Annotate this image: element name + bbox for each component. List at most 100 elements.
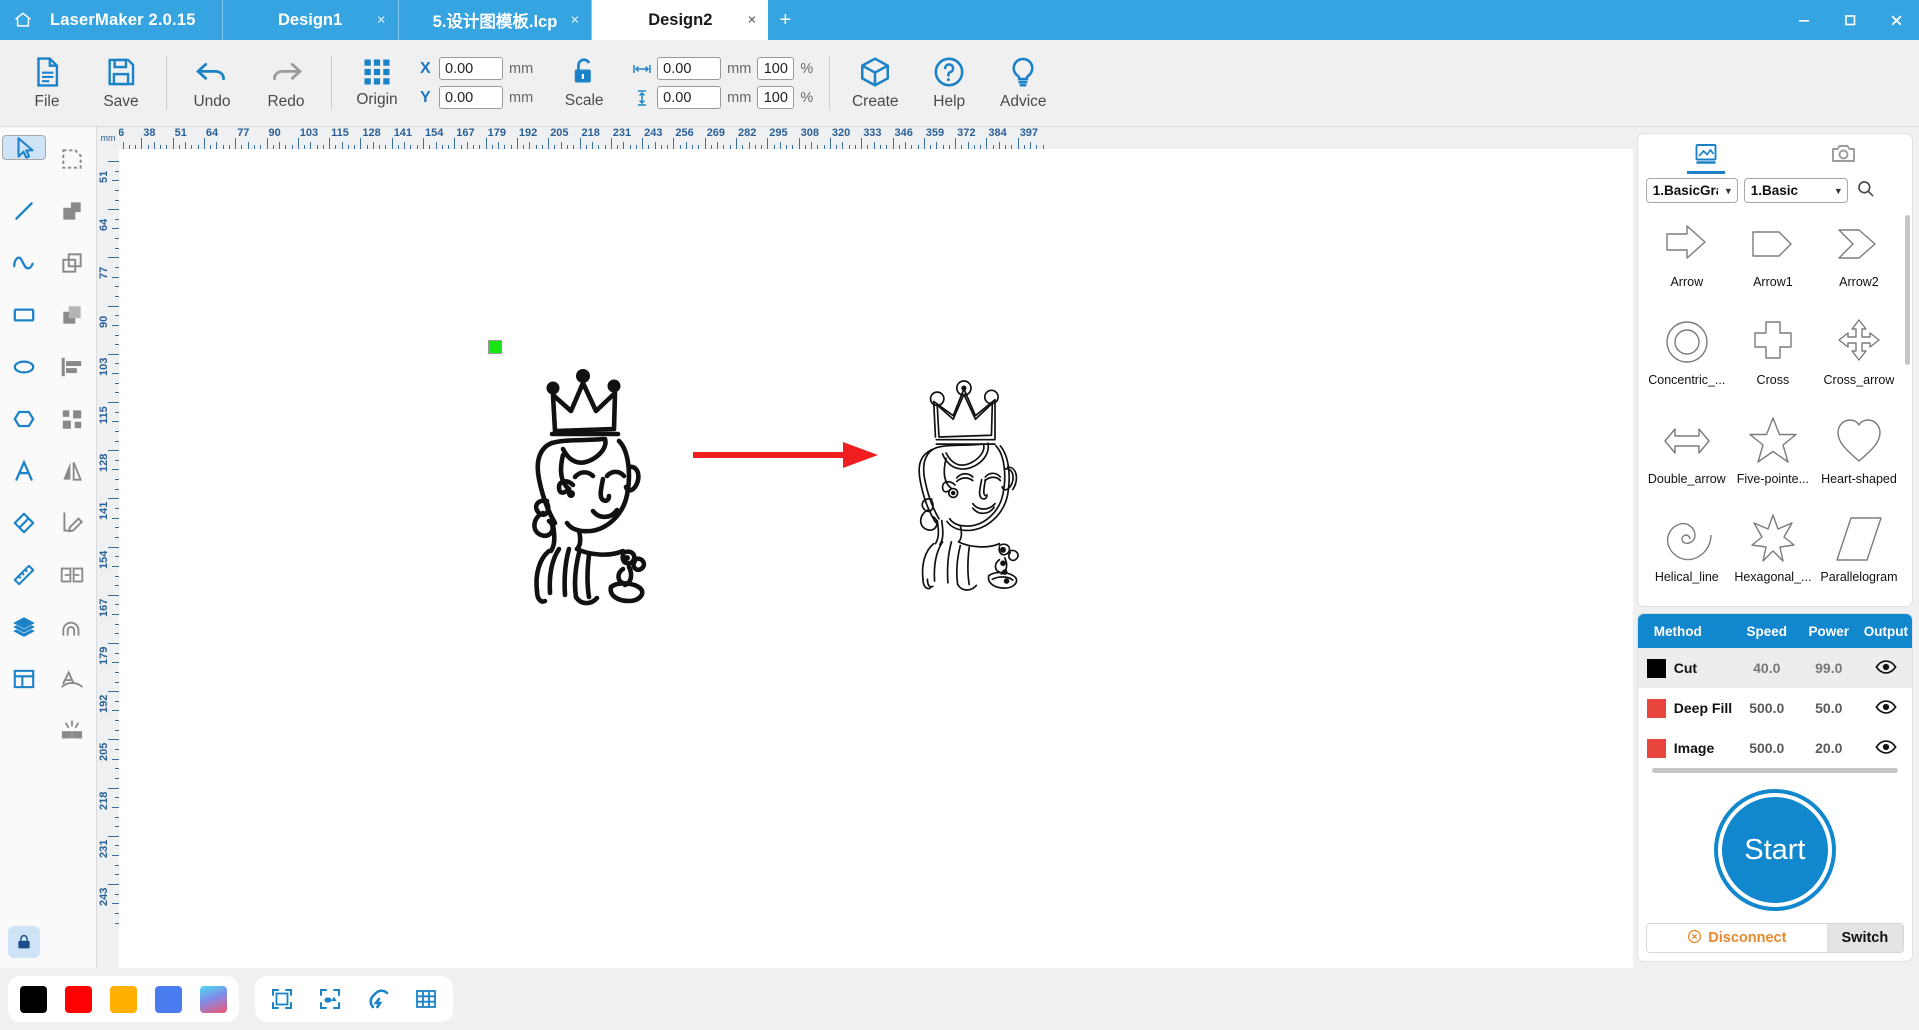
advice-button[interactable]: Advice <box>986 44 1060 122</box>
layer-color-swatch[interactable] <box>1646 658 1666 678</box>
grid-icon[interactable] <box>411 984 441 1014</box>
file-button[interactable]: File <box>10 44 84 122</box>
sidebar-item-line-tool[interactable] <box>2 187 46 235</box>
redo-button[interactable]: Redo <box>249 44 323 122</box>
speed-cell[interactable]: 500.0 <box>1736 740 1798 756</box>
color-swatch-2[interactable] <box>110 985 137 1013</box>
tab-close-icon[interactable]: × <box>748 13 757 28</box>
sidebar-item-ruler-tool[interactable] <box>2 551 46 599</box>
output-toggle[interactable] <box>1860 699 1912 718</box>
help-button[interactable]: Help <box>912 44 986 122</box>
select-objects-icon[interactable] <box>315 984 345 1014</box>
shape-item-parallelogram[interactable]: Parallelogram <box>1816 508 1902 596</box>
shape-item-concentric[interactable]: Concentric_... <box>1644 311 1730 399</box>
sidebar-item-union-tool[interactable] <box>50 187 94 235</box>
shape-item-helix[interactable]: Helical_line <box>1644 508 1730 596</box>
home-icon[interactable] <box>0 0 46 40</box>
table-row[interactable]: Deep Fill 500.0 50.0 <box>1638 688 1912 728</box>
drawing-sheet[interactable] <box>119 149 1633 968</box>
power-cell[interactable]: 20.0 <box>1798 740 1860 756</box>
tab-shape-library[interactable] <box>1638 134 1775 178</box>
scale-lock-button[interactable]: Scale <box>547 44 621 122</box>
library-scrollbar[interactable] <box>1905 215 1910 365</box>
sidebar-item-mirror-tool[interactable] <box>50 447 94 495</box>
magnet-snap-icon[interactable] <box>363 984 393 1014</box>
save-button[interactable]: Save <box>84 44 158 122</box>
height-percent-input[interactable] <box>757 86 795 109</box>
maximize-button[interactable] <box>1827 0 1873 40</box>
queen-sketch-raster[interactable] <box>519 355 699 615</box>
sidebar-item-align-tool[interactable] <box>50 343 94 391</box>
output-toggle[interactable] <box>1860 659 1912 678</box>
tab-design2[interactable]: Design2 × <box>592 0 769 40</box>
undo-button[interactable]: Undo <box>175 44 249 122</box>
sidebar-item-gap-tool[interactable] <box>50 551 94 599</box>
tab-close-icon[interactable]: × <box>571 13 580 28</box>
horizontal-ruler[interactable]: 2638516477901031151281411541671791922052… <box>97 127 1633 149</box>
subcategory-select[interactable]: 1.Basic ▼ <box>1743 178 1848 203</box>
x-input[interactable] <box>439 57 503 80</box>
tab-camera[interactable] <box>1775 134 1912 178</box>
sidebar-item-text-on-path-tool[interactable] <box>50 655 94 703</box>
shape-item-star5[interactable]: Five-pointe... <box>1730 410 1816 498</box>
close-button[interactable] <box>1873 0 1919 40</box>
shape-grid[interactable]: Arrow Arrow1 Arrow2 Concentric_... Cross Cros… <box>1638 211 1912 606</box>
tab-close-icon[interactable]: × <box>377 13 386 28</box>
sidebar-item-select-tool[interactable] <box>2 135 46 160</box>
method-table-scrollbar[interactable] <box>1651 768 1898 773</box>
canvas-area[interactable]: mm 2638516477901031151281411541671791922… <box>97 127 1633 968</box>
category-select[interactable]: 1.BasicGrap ▼ <box>1645 178 1738 203</box>
shape-item-arrow1[interactable]: Arrow1 <box>1730 213 1816 301</box>
sidebar-item-rectangle-tool[interactable] <box>2 291 46 339</box>
color-swatch-0[interactable] <box>20 985 47 1013</box>
search-icon[interactable] <box>1856 179 1875 203</box>
create-button[interactable]: Create <box>838 44 912 122</box>
height-input[interactable] <box>657 86 722 109</box>
start-button[interactable]: Start <box>1717 793 1832 907</box>
shape-item-heart[interactable]: Heart-shaped <box>1816 410 1902 498</box>
new-tab-button[interactable]: + <box>768 0 802 40</box>
sidebar-item-polygon-tool[interactable] <box>2 395 46 443</box>
sidebar-item-frame-tool[interactable] <box>2 655 46 703</box>
lock-icon[interactable] <box>8 926 40 958</box>
queen-sketch-vector[interactable] <box>907 367 1067 603</box>
layer-color-swatch[interactable] <box>1646 738 1666 758</box>
shape-item-arrow2[interactable]: Arrow2 <box>1816 213 1902 301</box>
layer-color-swatch[interactable] <box>1646 698 1666 718</box>
sidebar-item-measure-pen-tool[interactable] <box>50 499 94 547</box>
width-input[interactable] <box>657 57 722 80</box>
output-toggle[interactable] <box>1860 739 1912 758</box>
sidebar-item-text-tool[interactable] <box>2 447 46 495</box>
sidebar-item-intersect-tool[interactable] <box>50 291 94 339</box>
shape-item-double_arrow[interactable]: Double_arrow <box>1644 410 1730 498</box>
sidebar-item-ellipse-tool[interactable] <box>2 343 46 391</box>
shape-item-cross_arrow[interactable]: Cross_arrow <box>1816 311 1902 399</box>
color-swatch-1[interactable] <box>65 985 92 1013</box>
shape-item-arrow[interactable]: Arrow <box>1644 213 1730 301</box>
minimize-button[interactable] <box>1781 0 1827 40</box>
color-swatch-4[interactable] <box>200 985 227 1013</box>
speed-cell[interactable]: 40.0 <box>1736 660 1798 676</box>
select-frame-icon[interactable] <box>267 984 297 1014</box>
color-swatch-3[interactable] <box>155 985 182 1013</box>
sidebar-item-offset-tool[interactable] <box>50 603 94 651</box>
power-cell[interactable]: 99.0 <box>1798 660 1860 676</box>
sidebar-item-explode-tool[interactable] <box>50 707 94 755</box>
tab-template-lcp[interactable]: 5.设计图模板.lcp × <box>399 0 593 40</box>
switch-button[interactable]: Switch <box>1826 924 1903 952</box>
table-row[interactable]: Cut 40.0 99.0 <box>1637 648 1912 688</box>
speed-cell[interactable]: 500.0 <box>1736 700 1798 716</box>
vertical-ruler[interactable]: 51 64 77 90 103 115 128 141 154 167 179 192 205 218 23… <box>97 149 119 968</box>
sidebar-item-curve-tool[interactable] <box>2 239 46 287</box>
sidebar-item-node-edit-tool[interactable] <box>50 135 94 183</box>
shape-item-star6[interactable]: Hexagonal_... <box>1730 508 1816 596</box>
sidebar-item-layers-tool[interactable] <box>2 603 46 651</box>
sidebar-item-eraser-tool[interactable] <box>2 499 46 547</box>
shape-item-cross[interactable]: Cross <box>1730 311 1816 399</box>
width-percent-input[interactable] <box>757 57 795 80</box>
power-cell[interactable]: 50.0 <box>1798 700 1860 716</box>
sidebar-item-distribute-tool[interactable] <box>50 395 94 443</box>
y-input[interactable] <box>439 86 503 109</box>
selection-handle[interactable] <box>488 340 502 354</box>
tab-design1[interactable]: Design1 × <box>223 0 399 40</box>
